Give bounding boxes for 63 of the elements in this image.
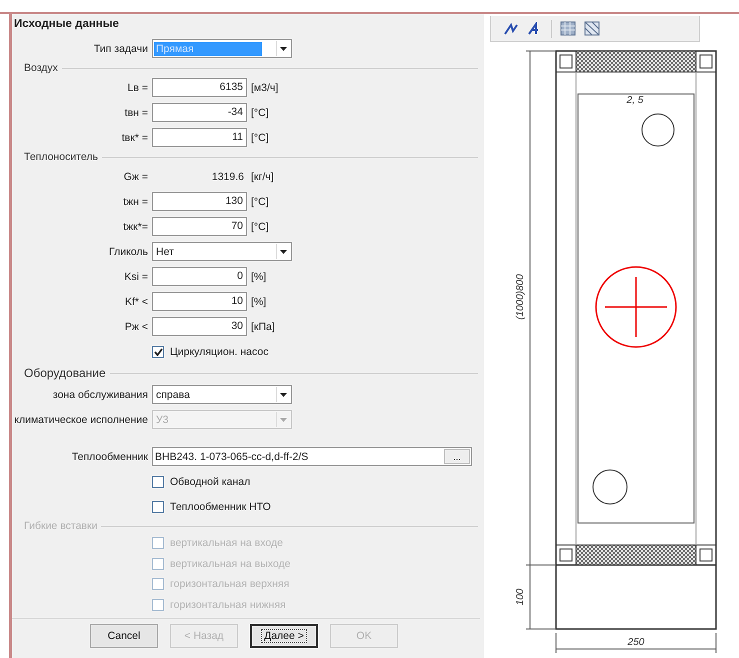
unit-label: [°C] [251,220,269,232]
unit-label: [м3/ч] [251,82,278,94]
unit-label: [°C] [251,196,269,208]
field-label: tжк*= [122,220,148,232]
input-field[interactable]: 0 [152,267,247,286]
dropdown[interactable]: справа [152,385,292,404]
input-field[interactable]: 11 [152,128,247,147]
unit-label: [кг/ч] [251,170,274,182]
dropdown-arrow-icon [276,41,290,56]
dropdown-arrow-icon [276,387,290,402]
dimension-label: 100 [515,588,526,606]
unit-label: [°C] [251,106,269,118]
group-label: Оборудование [23,366,107,380]
input-field[interactable]: 70 [152,217,247,236]
checkbox-label: горизонтальная нижняя [170,598,286,611]
dropdown-arrow-icon [276,244,290,259]
field-label: Gж = [122,170,148,182]
dialog-button[interactable]: Cancel [90,624,158,648]
field-label: Pж < [124,320,148,332]
checkbox-label: Теплообменник НТО [170,500,271,512]
group-label: Теплоноситель [23,151,99,163]
dimension-label: (1000)800 [515,274,526,320]
field-label: Ksi = [123,270,148,282]
field-label: зона обслуживания [52,388,148,400]
checkbox-label: вертикальная на входе [170,537,283,550]
checkbox[interactable] [152,500,164,512]
unit-label: [кПа] [251,320,275,332]
dropdown[interactable]: Нет [152,242,292,261]
dialog-title: Исходные данные [13,17,120,32]
field-label: tвн = [124,106,148,118]
checkbox-label: Циркуляцион. насос [170,346,268,358]
dialog-button[interactable]: Далее > [250,624,318,648]
group-label: Воздух [23,62,59,74]
field-label: Теплообменник [70,450,148,462]
input-field[interactable]: -34 [152,103,247,122]
field-label: Тип задачи [92,42,148,54]
checkbox-label: вертикальная на выходе [170,558,290,570]
input-field[interactable]: ВНВ243. 1-073-065-cc-d,d-ff-2/S [155,450,308,462]
field-label: Lв = [126,82,148,94]
unit-label: [°C] [251,132,269,144]
input-field[interactable]: 10 [152,292,247,311]
hatch-icon[interactable] [560,21,576,36]
checkbox-label: Обводной канал [170,476,250,488]
dropdown-arrow-icon [276,412,290,427]
dimension-label: 250 [628,637,644,648]
input-field[interactable]: 130 [152,192,247,211]
input-field[interactable]: 6135 [152,78,247,97]
field-label: Гликоль [108,246,148,258]
field-label: tвк* = [120,132,148,144]
dimension-label: 2, 5 [626,95,644,106]
hatch-icon[interactable] [584,21,600,36]
field-label: Kf* < [124,296,148,308]
input-field[interactable]: 30 [152,317,247,336]
field-label: климатическое исполнение [13,414,148,426]
checkbox[interactable] [152,346,164,358]
unit-label: [%] [251,296,266,308]
browse-button[interactable]: ... [444,449,470,464]
checkbox-label: горизонтальная верхняя [170,578,290,590]
value-text: 1319.6 [210,170,245,182]
checkbox[interactable] [152,476,164,488]
unit-label: [%] [251,270,266,282]
group-label: Гибкие вставки [23,520,98,532]
field-label: tжн = [122,196,148,208]
